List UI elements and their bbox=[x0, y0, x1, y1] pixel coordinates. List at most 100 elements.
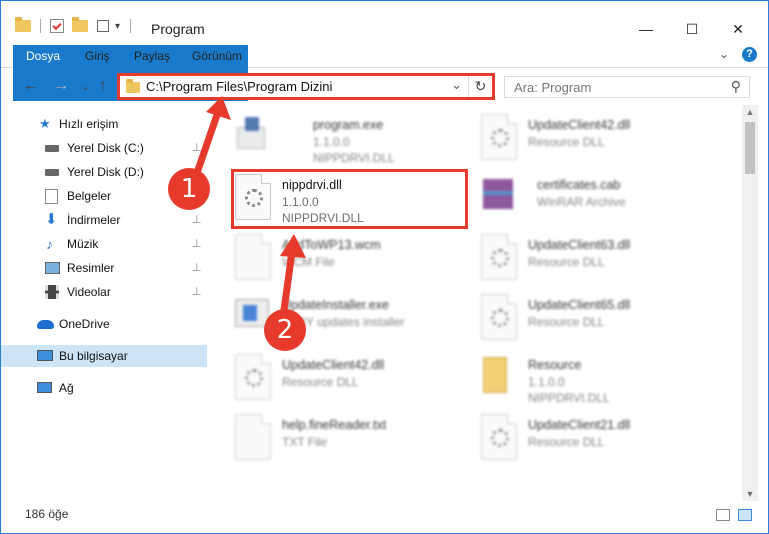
search-icon[interactable]: ⚲ bbox=[731, 78, 741, 95]
file-name: UpdateInstaller.exe bbox=[282, 298, 390, 312]
recent-locations-icon[interactable]: ⌄ bbox=[81, 80, 90, 93]
forward-button[interactable]: → bbox=[53, 77, 69, 95]
scroll-down-icon[interactable]: ▼ bbox=[742, 489, 758, 499]
sidebar-item-label: Ağ bbox=[59, 381, 74, 395]
file-item[interactable]: UpdateClient63.dll Resource DLL bbox=[481, 231, 716, 287]
sidebar-item-label: Videolar bbox=[67, 285, 111, 299]
search-box[interactable]: Ara: Program ⚲ bbox=[504, 76, 750, 98]
pin-icon[interactable]: ⊥ bbox=[192, 257, 202, 279]
pin-icon[interactable]: ⊥ bbox=[192, 209, 202, 231]
sidebar-item-label: Resimler bbox=[67, 261, 115, 275]
file-item[interactable]: help.fineReader.txt TXT File bbox=[235, 411, 470, 467]
file-version: 1.1.0.0 bbox=[528, 375, 565, 389]
drive-icon bbox=[45, 145, 59, 152]
sidebar-item-label: Yerel Disk (D:) bbox=[67, 165, 144, 179]
vertical-scrollbar[interactable]: ▲ ▼ bbox=[742, 105, 758, 501]
status-bar: 186 öğe bbox=[1, 501, 768, 533]
file-name: AddToWP13.wcm bbox=[282, 238, 381, 252]
sidebar-item-label: İndirmeler bbox=[67, 213, 121, 227]
computer-icon bbox=[37, 350, 53, 361]
window-title: Program bbox=[151, 21, 205, 37]
sidebar-item-downloads[interactable]: ⬇ İndirmeler ⊥ bbox=[1, 209, 207, 231]
sidebar-item-label: Hızlı erişim bbox=[59, 117, 119, 131]
dll-file-icon bbox=[481, 114, 517, 160]
file-name: program.exe bbox=[313, 118, 384, 132]
divider bbox=[130, 19, 132, 33]
quick-access-toolbar: ▾ bbox=[15, 17, 132, 33]
refresh-button[interactable]: ↻ bbox=[468, 76, 492, 97]
sidebar-item-network[interactable]: Ağ bbox=[1, 377, 207, 399]
sidebar-item-music[interactable]: ♪ Müzik ⊥ bbox=[1, 233, 207, 255]
sidebar-item-local-disk-c[interactable]: Yerel Disk (C:) ⊥ bbox=[1, 137, 207, 159]
file-type: Resource DLL bbox=[528, 135, 605, 149]
file-description: NIPPDRVI.DLL bbox=[528, 391, 610, 405]
network-icon bbox=[37, 382, 52, 393]
new-folder-icon[interactable] bbox=[72, 17, 88, 32]
address-path[interactable]: C:\Program Files\Program Dizini bbox=[146, 79, 332, 94]
qa-dropdown-icon[interactable]: ▾ bbox=[115, 21, 120, 32]
sidebar-item-this-pc[interactable]: Bu bilgisayar bbox=[1, 345, 207, 367]
pin-icon[interactable]: ⊥ bbox=[192, 137, 202, 159]
file-type: WinRAR Archive bbox=[537, 195, 626, 209]
close-button[interactable]: ✕ bbox=[715, 15, 761, 43]
file-item[interactable]: Resource 1.1.0.0 NIPPDRVI.DLL bbox=[481, 351, 716, 407]
file-type: TXT File bbox=[282, 435, 328, 449]
file-type: Resource DLL bbox=[528, 435, 605, 449]
pin-icon[interactable]: ⊥ bbox=[192, 281, 202, 303]
file-type: Resource DLL bbox=[528, 315, 605, 329]
folder-file-icon bbox=[481, 355, 513, 395]
divider bbox=[40, 19, 41, 33]
sidebar-item-pictures[interactable]: Resimler ⊥ bbox=[1, 257, 207, 279]
sidebar-item-label: Bu bilgisayar bbox=[59, 349, 128, 363]
search-placeholder: Ara: Program bbox=[514, 80, 592, 95]
tab-home[interactable]: Giriş bbox=[74, 45, 121, 68]
file-name: help.fineReader.txt bbox=[282, 418, 387, 432]
tab-view[interactable]: Görünüm bbox=[181, 45, 253, 68]
address-bar[interactable]: C:\Program Files\Program Dizini ⌄ ↻ bbox=[117, 73, 495, 100]
up-button[interactable]: ↑ bbox=[99, 77, 107, 95]
selected-file-highlight bbox=[231, 169, 468, 229]
properties-icon[interactable] bbox=[50, 19, 64, 33]
file-version: 1.1.0.0 bbox=[313, 135, 350, 149]
address-dropdown-icon[interactable]: ⌄ bbox=[451, 77, 462, 93]
video-icon bbox=[45, 285, 59, 299]
scroll-thumb[interactable] bbox=[745, 122, 755, 174]
ribbon-expand-icon[interactable]: ⌄ bbox=[719, 47, 729, 61]
details-view-icon[interactable] bbox=[716, 509, 730, 521]
file-item[interactable]: AddToWP13.wcm WCM File bbox=[235, 231, 470, 287]
file-name: UpdateClient21.dll bbox=[528, 418, 631, 432]
scroll-up-icon[interactable]: ▲ bbox=[742, 107, 758, 117]
file-item[interactable]: certificates.cab WinRAR Archive bbox=[481, 171, 716, 227]
file-item[interactable]: UpdateClient42.dll Resource DLL bbox=[481, 111, 716, 167]
file-item[interactable]: UpdateClient65.dll Resource DLL bbox=[481, 291, 716, 347]
exe-file-icon bbox=[237, 117, 269, 151]
sidebar-item-quick-access[interactable]: ★ Hızlı erişim bbox=[1, 113, 207, 135]
sidebar-item-label: Yerel Disk (C:) bbox=[67, 141, 144, 155]
file-item[interactable]: UpdateClient42.dll Resource DLL bbox=[235, 351, 470, 407]
item-count: 186 öğe bbox=[25, 507, 69, 521]
file-name: UpdateClient63.dll bbox=[528, 238, 631, 252]
file-type: Resource DLL bbox=[528, 255, 605, 269]
customize-icon[interactable] bbox=[97, 20, 109, 32]
documents-icon bbox=[45, 189, 58, 204]
back-button[interactable]: ← bbox=[23, 77, 39, 95]
help-icon[interactable]: ? bbox=[742, 47, 757, 62]
tab-share[interactable]: Paylaş bbox=[123, 45, 181, 68]
archive-file-icon bbox=[481, 175, 517, 213]
explorer-window: ▾ Program — ☐ ✕ Dosya Giriş Paylaş Görün… bbox=[0, 0, 769, 534]
file-item[interactable]: UpdateClient21.dll Resource DLL bbox=[481, 411, 716, 467]
navigation-bar: ← → ⌄ ↑ C:\Program Files\Program Dizini … bbox=[1, 71, 768, 103]
large-icons-view-icon[interactable] bbox=[738, 509, 752, 521]
file-item[interactable]: program.exe 1.1.0.0 NIPPDRVI.DLL bbox=[233, 111, 468, 167]
text-file-icon bbox=[235, 414, 271, 460]
sidebar-item-onedrive[interactable]: OneDrive bbox=[1, 313, 207, 335]
minimize-button[interactable]: — bbox=[623, 15, 669, 43]
maximize-button[interactable]: ☐ bbox=[669, 15, 715, 43]
step-1-badge: 1 bbox=[168, 168, 210, 210]
file-list: program.exe 1.1.0.0 NIPPDRVI.DLL UpdateC… bbox=[209, 105, 741, 497]
file-name: UpdateClient42.dll bbox=[282, 358, 385, 372]
pin-icon[interactable]: ⊥ bbox=[192, 233, 202, 255]
sidebar-item-videos[interactable]: Videolar ⊥ bbox=[1, 281, 207, 303]
sidebar-item-label: OneDrive bbox=[59, 317, 110, 331]
file-type: WCM File bbox=[282, 255, 335, 269]
